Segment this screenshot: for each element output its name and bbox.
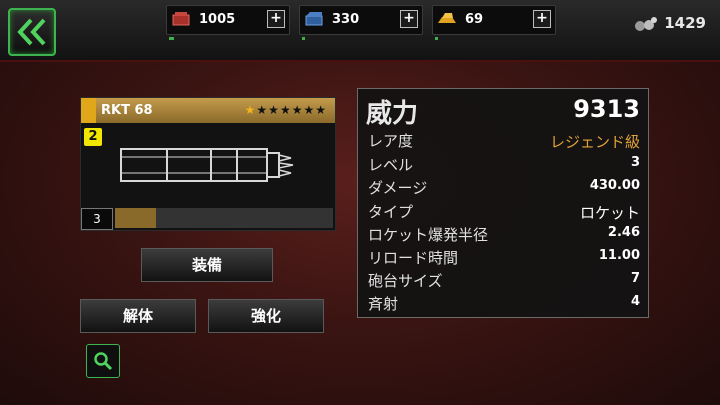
stat-value: 11.00 xyxy=(598,248,640,263)
stat-label: リロード時間 xyxy=(368,249,459,267)
blue-crate-count: 330 xyxy=(332,12,360,27)
stat-row-type: タイプ ロケット xyxy=(368,201,640,223)
slot-level-badge: 2 xyxy=(84,128,102,146)
stat-label: レベル xyxy=(368,156,414,174)
add-blue-crate-button[interactable]: + xyxy=(400,10,418,28)
double-chevron-left-icon xyxy=(17,18,46,46)
stat-value: 7 xyxy=(630,271,640,286)
stat-row-damage: ダメージ 430.00 xyxy=(368,177,640,199)
stat-row-blast-radius: ロケット爆発半径 2.46 xyxy=(368,224,640,246)
stat-label: ロケット爆発半径 xyxy=(368,226,489,244)
stat-label: ダメージ xyxy=(368,179,428,197)
gem-counter: 1429 xyxy=(633,14,706,32)
stat-label: タイプ xyxy=(368,203,414,221)
add-red-crate-button[interactable]: + xyxy=(267,10,285,28)
blue-crate-bar xyxy=(302,37,418,40)
stat-value: レジェンド級 xyxy=(549,133,640,151)
star-icon: ★ xyxy=(291,103,304,117)
weapon-name: RKT 68 xyxy=(101,103,153,118)
gold-bars-count: 69 xyxy=(465,12,484,27)
resource-blue-crate: 330 + xyxy=(299,5,423,40)
stat-row-salvo: 斉射 4 xyxy=(368,293,640,315)
stat-row-reload-time: リロード時間 11.00 xyxy=(368,247,640,269)
xp-progress-fill xyxy=(115,208,157,228)
xp-progress-bar xyxy=(115,208,333,228)
upgrade-button[interactable]: 強化 xyxy=(208,299,324,333)
stat-label: 砲台サイズ xyxy=(368,272,443,290)
magnifier-icon xyxy=(94,352,113,371)
stat-row-level: レベル 3 xyxy=(368,154,640,176)
star-icon: ★ xyxy=(268,103,280,117)
gem-count: 1429 xyxy=(664,14,706,32)
header-accent xyxy=(81,98,96,123)
gold-bars-icon xyxy=(438,13,456,23)
blue-crate-icon xyxy=(305,12,323,26)
add-gold-bars-button[interactable]: + xyxy=(533,10,551,28)
top-bar: 1005 + 330 + 69 + 1429 xyxy=(0,0,720,62)
star-icon: ★ xyxy=(279,103,292,117)
star-icon: ★ xyxy=(303,103,316,117)
rocket-launcher-icon xyxy=(120,148,294,182)
stat-value: 3 xyxy=(630,155,640,170)
stat-value: 2.46 xyxy=(607,225,640,240)
resource-gold-bars: 69 + xyxy=(432,5,556,40)
red-crate-icon xyxy=(172,12,190,26)
weapon-card-header: RKT 68 ★★★★★★★ xyxy=(81,98,335,123)
stat-label: 斉射 xyxy=(368,295,399,313)
resource-red-crate: 1005 + xyxy=(166,5,290,40)
gem-cluster-icon xyxy=(635,16,658,31)
star-icon: ★ xyxy=(244,103,257,117)
power-row: 威力 9313 xyxy=(366,93,640,129)
star-rating: ★★★★★★★ xyxy=(245,103,327,117)
equip-button[interactable]: 装備 xyxy=(141,248,273,282)
stats-panel: 威力 9313 レア度 レジェンド級 レベル 3 ダメージ 430.00 タイプ… xyxy=(357,88,649,318)
stat-row-turret-size: 砲台サイズ 7 xyxy=(368,270,640,292)
back-button[interactable] xyxy=(8,8,56,56)
inspect-button[interactable] xyxy=(86,344,120,378)
stat-value: 4 xyxy=(630,294,640,309)
power-label: 威力 xyxy=(366,99,419,129)
stat-row-rarity: レア度 レジェンド級 xyxy=(368,130,640,152)
dismantle-button[interactable]: 解体 xyxy=(80,299,196,333)
red-crate-count: 1005 xyxy=(199,12,236,27)
weapon-card: RKT 68 ★★★★★★★ 2 3 xyxy=(80,97,336,231)
weapon-level-box: 3 xyxy=(81,208,113,230)
star-icon: ★ xyxy=(256,103,269,117)
power-value: 9313 xyxy=(573,95,640,123)
star-icon: ★ xyxy=(315,103,327,117)
stat-label: レア度 xyxy=(368,132,414,150)
red-crate-bar xyxy=(169,37,285,40)
gold-bars-bar xyxy=(435,37,551,40)
stat-value: ロケット xyxy=(579,204,640,222)
stat-value: 430.00 xyxy=(589,178,640,193)
